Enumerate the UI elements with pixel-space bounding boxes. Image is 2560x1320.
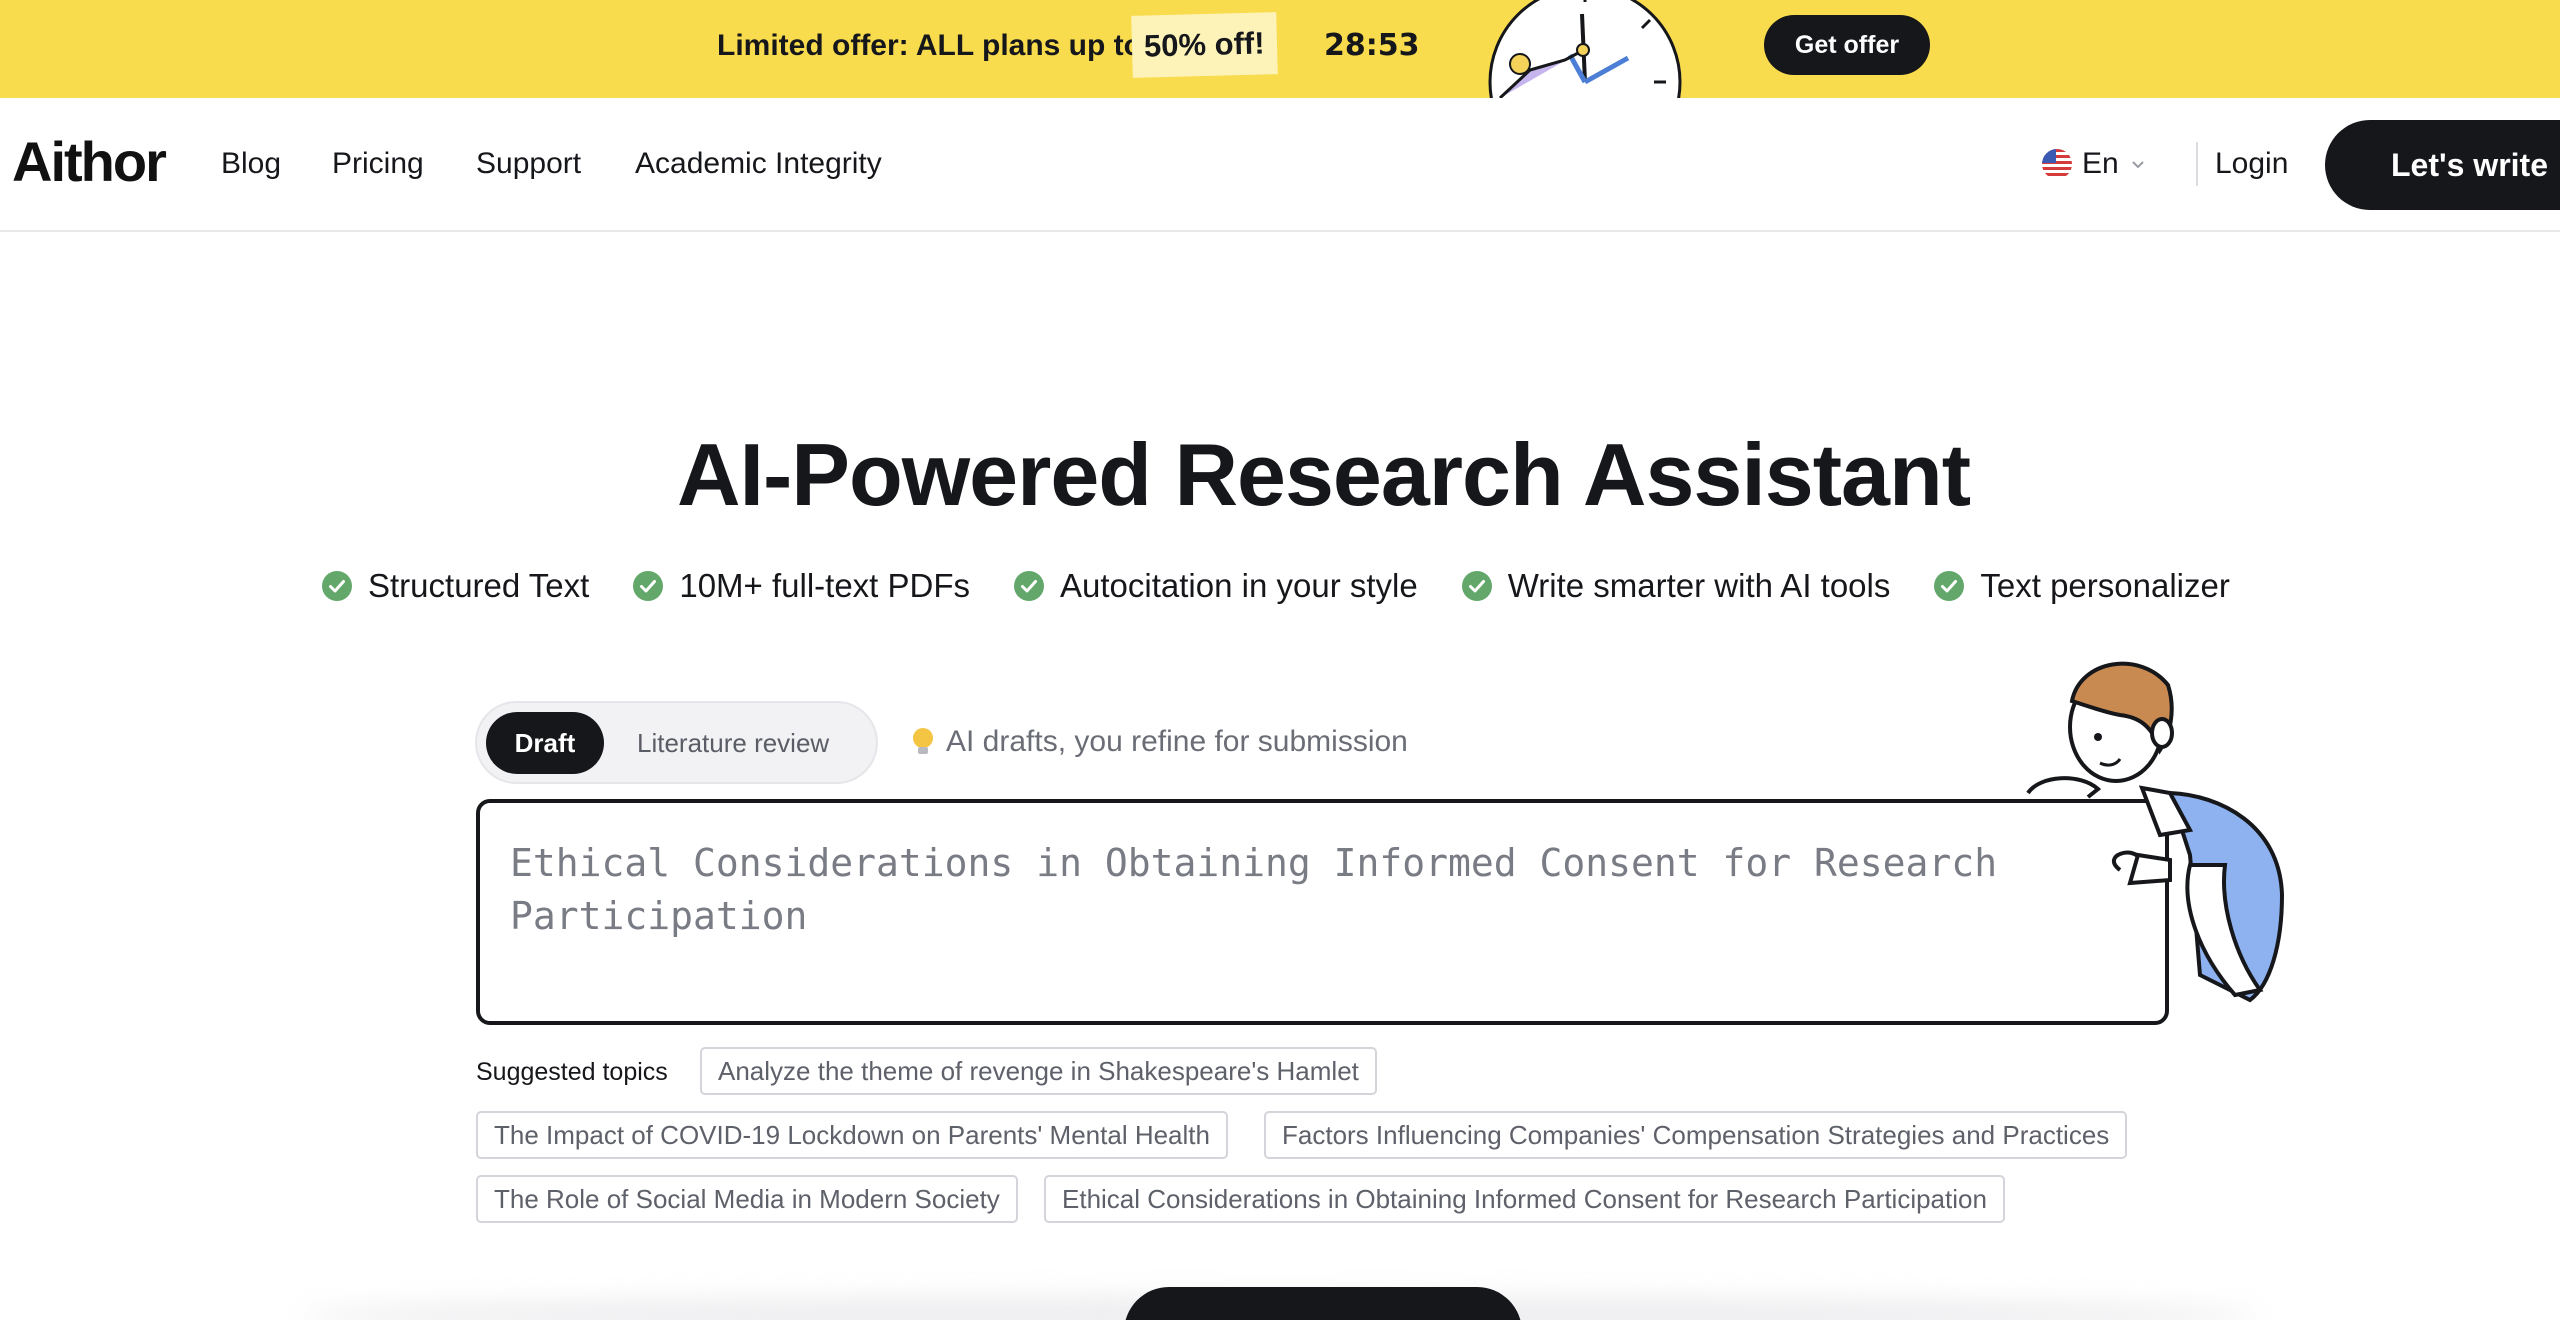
suggested-topic-chip[interactable]: Factors Influencing Companies' Compensat… <box>1264 1111 2128 1159</box>
mode-hint-text: AI drafts, you refine for submission <box>946 725 1408 758</box>
mode-tab-literature-review[interactable]: Literature review <box>637 712 829 774</box>
clock-illustration-icon <box>1488 0 1682 98</box>
us-flag-icon <box>2042 149 2072 179</box>
promo-discount-badge: 50% off! <box>1131 12 1278 78</box>
lightbulb-icon <box>913 728 933 754</box>
feature-item: Structured Text <box>322 564 589 608</box>
chevron-down-icon <box>2131 161 2144 169</box>
check-circle-icon <box>322 571 352 601</box>
feature-list: Structured Text 10M+ full-text PDFs Auto… <box>322 562 2230 610</box>
feature-item: Write smarter with AI tools <box>1461 564 1891 608</box>
suggested-topic-chip[interactable]: Ethical Considerations in Obtaining Info… <box>1044 1175 2005 1223</box>
suggested-topic-chip[interactable]: The Impact of COVID-19 Lockdown on Paren… <box>476 1111 1228 1159</box>
mode-tab-draft[interactable]: Draft <box>486 712 604 774</box>
feature-label: Text personalizer <box>1980 567 2230 604</box>
lets-write-button[interactable]: Let's write <box>2325 120 2560 210</box>
feature-label: Autocitation in your style <box>1060 567 1418 604</box>
check-circle-icon <box>1014 571 1045 601</box>
promo-banner: Limited offer: ALL plans up to 50% off! … <box>0 0 2560 98</box>
nav-link-academic-integrity[interactable]: Academic Integrity <box>635 144 882 184</box>
nav-link-blog[interactable]: Blog <box>221 144 281 184</box>
login-link[interactable]: Login <box>2215 144 2288 184</box>
check-circle-icon <box>1461 571 1492 601</box>
check-circle-icon <box>1934 571 1965 601</box>
aithor-logo[interactable]: Aithor <box>12 132 167 192</box>
nav-link-pricing[interactable]: Pricing <box>332 144 424 184</box>
suggested-topic-chip[interactable]: The Role of Social Media in Modern Socie… <box>476 1175 1018 1223</box>
topic-input[interactable] <box>510 837 2135 987</box>
generate-button[interactable] <box>1124 1287 1522 1320</box>
page-title: AI-Powered Research Assistant <box>676 425 1971 524</box>
top-navigation: Aithor Blog Pricing Support Academic Int… <box>0 98 2560 232</box>
promo-countdown-timer: 28:53 <box>1324 28 1420 63</box>
student-illustration-icon <box>2026 661 2285 1003</box>
language-label: En <box>2082 147 2119 180</box>
get-offer-button[interactable]: Get offer <box>1764 15 1930 75</box>
promo-text: Limited offer: ALL plans up to <box>717 29 1142 62</box>
feature-item: 10M+ full-text PDFs <box>633 564 970 608</box>
topic-input-box <box>476 799 2169 1025</box>
check-circle-icon <box>633 571 664 601</box>
feature-label: Structured Text <box>368 567 590 604</box>
feature-label: Write smarter with AI tools <box>1507 567 1891 604</box>
language-selector[interactable]: En <box>2040 144 2149 184</box>
suggested-topic-chip[interactable]: Analyze the theme of revenge in Shakespe… <box>700 1047 1377 1095</box>
suggested-topics-label: Suggested topics <box>476 1058 668 1086</box>
feature-item: Autocitation in your style <box>1014 564 1418 608</box>
feature-item: Text personalizer <box>1934 564 2230 608</box>
feature-label: 10M+ full-text PDFs <box>679 567 971 604</box>
mode-toggle: Draft Literature review <box>475 701 878 784</box>
nav-link-support[interactable]: Support <box>476 144 581 184</box>
mode-hint: AI drafts, you refine for submission <box>910 722 1408 762</box>
nav-divider <box>2196 142 2198 186</box>
